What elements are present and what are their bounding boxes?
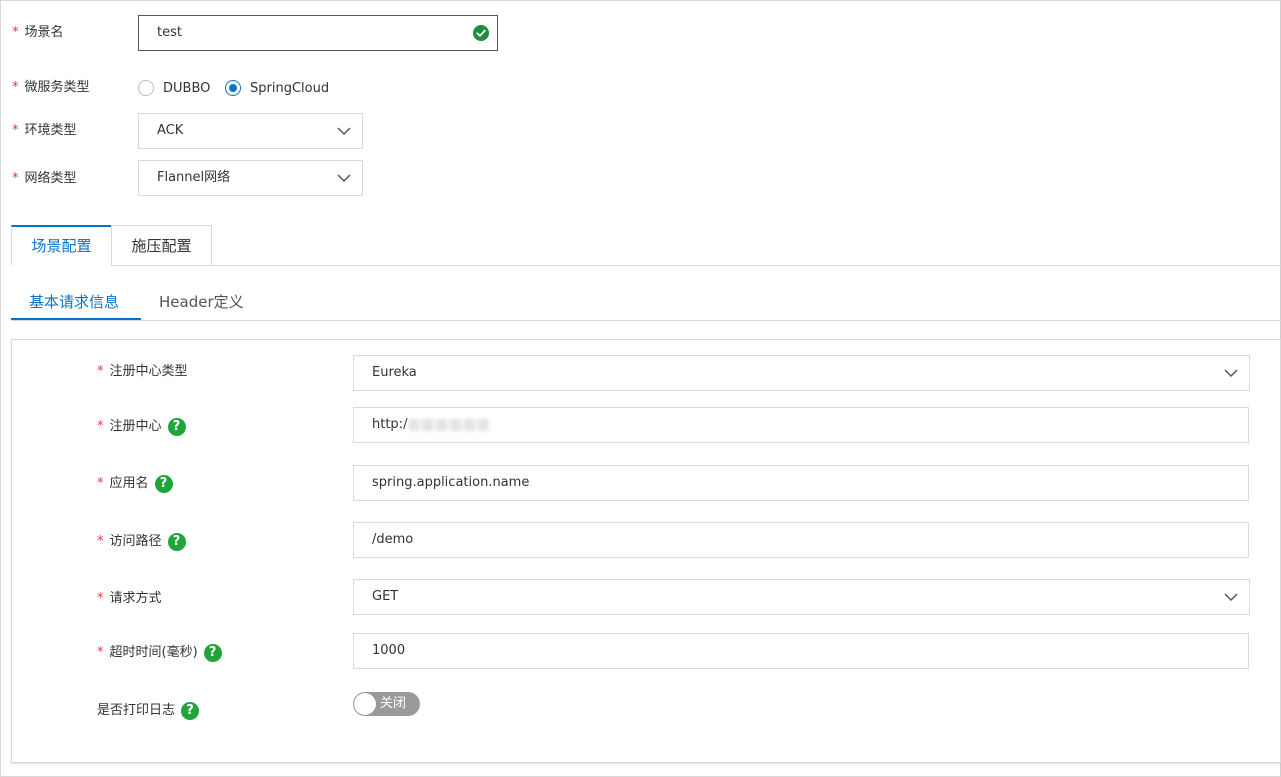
registry-value: http:/: [372, 417, 408, 432]
registry-label: 注册中心?: [97, 417, 186, 437]
app-name-label: 应用名?: [97, 474, 173, 494]
subtab-basic-request[interactable]: 基本请求信息: [29, 291, 119, 313]
chevron-down-icon: [1224, 593, 1238, 602]
check-circle-icon: [473, 25, 489, 41]
help-icon[interactable]: ?: [203, 643, 222, 662]
toggle-knob: [354, 693, 376, 715]
access-path-value: /demo: [372, 532, 414, 547]
radio-dubbo-label[interactable]: DUBBO: [163, 79, 210, 99]
radio-dubbo[interactable]: [138, 80, 154, 96]
registry-type-label: 注册中心类型: [97, 362, 188, 382]
chevron-down-icon: [337, 174, 351, 183]
scene-name-label: 场景名: [12, 23, 64, 43]
tab-scene-config[interactable]: 场景配置: [11, 225, 112, 266]
help-icon[interactable]: ?: [154, 474, 173, 493]
help-icon[interactable]: ?: [167, 532, 186, 551]
microservice-type-label: 微服务类型: [12, 78, 90, 98]
tab-pressure-config[interactable]: 施压配置: [111, 225, 212, 266]
subtab-header[interactable]: Header定义: [159, 291, 244, 313]
network-type-label: 网络类型: [12, 169, 77, 189]
timeout-label: 超时时间(毫秒)?: [97, 643, 222, 663]
scene-name-input[interactable]: test: [138, 15, 498, 51]
radio-springcloud-label[interactable]: SpringCloud: [250, 79, 329, 99]
chevron-down-icon: [1224, 369, 1238, 378]
print-log-label: 是否打印日志?: [97, 701, 200, 721]
timeout-value: 1000: [372, 643, 406, 658]
access-path-input[interactable]: /demo: [353, 522, 1249, 558]
env-type-label: 环境类型: [12, 121, 77, 141]
request-method-value: GET: [372, 589, 399, 604]
access-path-label: 访问路径?: [97, 532, 186, 552]
registry-type-value: Eureka: [372, 365, 417, 380]
help-icon[interactable]: ?: [181, 701, 200, 720]
app-name-value: spring.application.name: [372, 475, 530, 490]
env-type-value: ACK: [157, 123, 184, 138]
network-type-select[interactable]: Flannel网络: [138, 160, 363, 196]
app-name-input[interactable]: spring.application.name: [353, 465, 1249, 501]
env-type-select[interactable]: ACK: [138, 113, 363, 149]
timeout-input[interactable]: 1000: [353, 633, 1249, 669]
registry-type-select[interactable]: Eureka: [353, 355, 1250, 391]
subtab-active-indicator: [11, 318, 141, 320]
request-method-label: 请求方式: [97, 589, 162, 609]
chevron-down-icon: [337, 127, 351, 136]
toggle-state-label: 关闭: [380, 696, 407, 711]
scene-name-value: test: [157, 25, 182, 40]
print-log-toggle[interactable]: 关闭: [353, 692, 420, 716]
subtabs-divider: [11, 320, 1281, 321]
network-type-value: Flannel网络: [157, 170, 231, 185]
redacted-text: [409, 418, 490, 431]
registry-input[interactable]: http:/: [353, 407, 1249, 443]
help-icon[interactable]: ?: [167, 417, 186, 436]
radio-springcloud[interactable]: [225, 80, 241, 96]
request-method-select[interactable]: GET: [353, 579, 1250, 615]
